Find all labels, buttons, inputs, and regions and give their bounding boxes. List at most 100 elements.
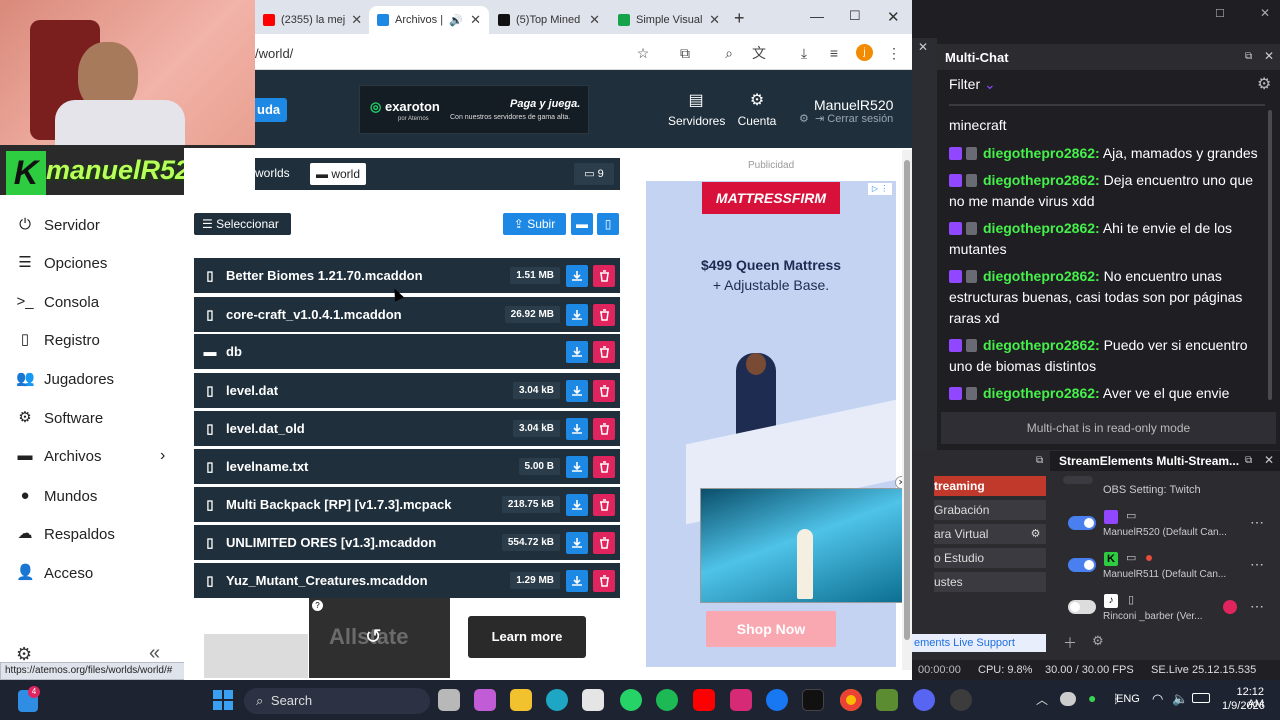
more-options-icon[interactable]: ⋯	[1250, 514, 1264, 531]
new-file-button[interactable]: ▯	[597, 213, 619, 235]
media-controls-icon[interactable]: ≡	[825, 44, 843, 62]
shop-now-button[interactable]: Shop Now	[706, 611, 836, 647]
url-field[interactable]: /world/	[255, 46, 293, 61]
wifi-icon[interactable]: ◠	[1152, 691, 1163, 707]
onedrive-icon[interactable]	[1060, 692, 1076, 706]
chat-username[interactable]: diegothepro2862:	[983, 145, 1100, 161]
close-multistream-icon[interactable]: ✕	[1264, 453, 1274, 467]
clock-date[interactable]: 1/9/2026	[1222, 700, 1265, 712]
file-name[interactable]: level.dat	[226, 383, 513, 398]
chat-scrollbar[interactable]	[1268, 110, 1272, 400]
task-view-icon[interactable]	[438, 689, 460, 711]
download-button[interactable]	[566, 340, 588, 363]
language-indicator[interactable]: ENG	[1116, 693, 1140, 705]
youtube-taskbar-icon[interactable]	[693, 689, 715, 711]
sidebar-item-jugadores[interactable]: 👥 Jugadores	[0, 360, 184, 398]
file-row[interactable]: ▯ Yuz_Mutant_Creatures.mcaddon 1.29 MB	[194, 563, 620, 598]
obs-icon[interactable]	[950, 689, 972, 711]
chat-username[interactable]: diegothepro2862:	[983, 172, 1100, 188]
audio-icon[interactable]: 🔊	[449, 14, 463, 27]
sidebar-item-registro[interactable]: ▯ Registro	[0, 321, 184, 359]
instagram-icon[interactable]	[730, 689, 752, 711]
tiktok-taskbar-icon[interactable]	[802, 689, 824, 711]
download-button[interactable]	[566, 264, 588, 287]
new-folder-button[interactable]: ▬	[571, 213, 593, 235]
store-icon[interactable]	[582, 689, 604, 711]
delete-button[interactable]	[593, 379, 615, 402]
add-target-icon[interactable]: ＋	[1063, 633, 1077, 653]
sidebar-item-archivos[interactable]: ▬ Archivos ›	[0, 437, 184, 475]
file-name[interactable]: core-craft_v1.0.4.1.mcaddon	[226, 307, 505, 322]
delete-button[interactable]	[593, 455, 615, 478]
download-button[interactable]	[566, 417, 588, 440]
close-window-icon[interactable]: ✕	[887, 8, 900, 26]
more-options-icon[interactable]: ⋯	[1250, 598, 1264, 615]
close-tab-icon[interactable]: ✕	[589, 12, 600, 28]
ad-info-icon[interactable]: ?	[312, 600, 323, 611]
edge-icon[interactable]	[546, 689, 568, 711]
tab-tiktok[interactable]: (5)Top Mined ✕	[490, 6, 608, 34]
allstate-ad[interactable]: Allstate ↺ ?	[309, 598, 450, 678]
page-scrollbar[interactable]	[902, 150, 912, 670]
more-options-icon[interactable]: ⋯	[1250, 556, 1264, 573]
upload-button[interactable]: ⇪ Subir	[503, 213, 566, 235]
file-row[interactable]: ▯ levelname.txt 5.00 B	[194, 449, 620, 484]
file-name[interactable]: levelname.txt	[226, 459, 519, 474]
delete-button[interactable]	[593, 340, 615, 363]
close-tab-icon[interactable]: ✕	[351, 12, 362, 28]
breadcrumb-world[interactable]: ▬ world	[310, 163, 367, 185]
translate-icon[interactable]: 文	[750, 44, 768, 62]
close-tab-icon[interactable]: ✕	[709, 12, 720, 28]
sidebar-item-servidor[interactable]: ⏻ Servidor	[0, 206, 184, 244]
volume-icon[interactable]: 🔈	[1172, 691, 1188, 707]
studio-mode-button[interactable]: o Estudio	[934, 548, 1046, 568]
close-chat-dock-icon[interactable]: ✕	[1264, 49, 1274, 63]
browser-menu-icon[interactable]: ⋮	[885, 44, 903, 62]
logout-link[interactable]: ⚙ ⇥ Cerrar sesión	[799, 112, 893, 125]
chrome-icon[interactable]	[840, 689, 862, 711]
file-explorer-icon[interactable]	[510, 689, 532, 711]
virtual-camera-settings-icon[interactable]: ⚙	[1025, 524, 1046, 544]
file-name[interactable]: UNLIMITED ORES [v1.3].mcaddon	[226, 535, 502, 550]
download-button[interactable]	[566, 531, 588, 554]
video-ad[interactable]	[700, 488, 910, 603]
microphone-icon[interactable]: ●	[1088, 690, 1096, 706]
close-tab-icon[interactable]: ✕	[470, 12, 481, 28]
file-name[interactable]: Multi Backpack [RP] [v1.7.3].mcpack	[226, 497, 502, 512]
stream-toggle[interactable]	[1068, 558, 1096, 572]
float-controls-icon[interactable]: ⧉	[1036, 455, 1043, 466]
live-support-button[interactable]: ements Live Support	[912, 634, 1046, 652]
facebook-icon[interactable]	[766, 689, 788, 711]
discord-icon[interactable]	[913, 689, 935, 711]
delete-button[interactable]	[593, 531, 615, 554]
chat-username[interactable]: diegothepro2862:	[983, 337, 1100, 353]
taskbar-search[interactable]: ⌕ Search	[244, 688, 430, 714]
tab-simple-visual[interactable]: Simple Visual ✕	[610, 6, 728, 34]
select-button[interactable]: ☰ Seleccionar	[194, 213, 291, 235]
chat-username[interactable]: diegothepro2862:	[983, 268, 1100, 284]
settings-button[interactable]: ustes	[934, 572, 1046, 592]
start-recording-button[interactable]: Grabación	[934, 500, 1046, 520]
tab-archivos[interactable]: Archivos | 🔊 ✕	[369, 6, 489, 34]
sidebar-item-respaldos[interactable]: ☁ Respaldos	[0, 515, 184, 553]
bookmark-star-icon[interactable]: ☆	[634, 44, 652, 62]
file-row[interactable]: ▯ Multi Backpack [RP] [v1.7.3].mcpack 218.…	[194, 487, 620, 522]
stream-toggle[interactable]	[1068, 600, 1096, 614]
close-dock-icon[interactable]: ✕	[918, 40, 928, 54]
extensions-icon[interactable]: ⧉	[676, 44, 694, 62]
copilot-icon[interactable]	[474, 689, 496, 711]
download-button[interactable]	[566, 455, 588, 478]
screen-search-icon[interactable]: ⌕	[720, 44, 738, 62]
sidebar-item-opciones[interactable]: ☰ Opciones	[0, 244, 184, 282]
sidebar-item-acceso[interactable]: 👤 Acceso	[0, 554, 184, 592]
target-settings-icon[interactable]: ⚙	[1092, 633, 1104, 649]
delete-button[interactable]	[593, 493, 615, 516]
account-button[interactable]: ⚙ Cuenta	[734, 92, 780, 128]
sidebar-item-mundos[interactable]: ● Mundos	[0, 477, 184, 515]
file-row[interactable]: ▯ level.dat_old 3.04 kB	[194, 411, 620, 446]
obs-window-controls[interactable]: ☐	[1215, 7, 1225, 20]
file-row[interactable]: ▯ UNLIMITED ORES [v1.3].mcaddon 554.72 kB	[194, 525, 620, 560]
servers-button[interactable]: ▤ Servidores	[668, 92, 725, 128]
chat-settings-gear-icon[interactable]: ⚙	[1257, 74, 1271, 94]
file-name[interactable]: Better Biomes 1.21.70.mcaddon	[226, 268, 510, 283]
